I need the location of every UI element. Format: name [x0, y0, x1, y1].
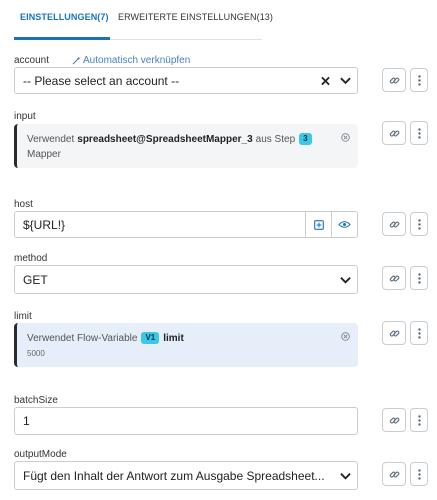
more-vertical-icon	[417, 272, 421, 284]
outputmode-link-button[interactable]	[382, 462, 406, 486]
more-vertical-icon	[417, 218, 421, 230]
link-icon	[389, 471, 399, 477]
host-label: host	[14, 199, 33, 210]
link-icon	[389, 275, 399, 281]
eye-icon	[338, 221, 351, 228]
input-label: input	[14, 111, 36, 122]
remove-icon[interactable]	[341, 133, 350, 142]
batchsize-more-button[interactable]	[410, 408, 428, 432]
input-mapped-value: Verwendet spreadsheet@SpreadsheetMapper_…	[14, 124, 358, 168]
input-more-button[interactable]	[410, 121, 428, 145]
more-vertical-icon	[417, 74, 421, 86]
magic-wand-icon	[72, 56, 81, 65]
more-vertical-icon	[417, 414, 421, 426]
limit-link-button[interactable]	[382, 321, 406, 345]
active-tab-indicator	[14, 37, 110, 40]
limit-more-button[interactable]	[410, 321, 428, 345]
tab-erweiterte-einstellungen[interactable]: ERWEITERTE EINSTELLUNGEN(13)	[118, 12, 273, 22]
limit-label: limit	[14, 311, 32, 322]
method-more-button[interactable]	[410, 266, 428, 290]
input-middle: aus Step	[255, 133, 296, 145]
method-link-button[interactable]	[382, 266, 406, 290]
insert-variable-button[interactable]	[305, 212, 331, 237]
limit-var-name: limit	[163, 332, 184, 344]
chevron-down-icon[interactable]	[340, 472, 351, 480]
account-select[interactable]: -- Please select an account --	[14, 67, 358, 94]
chevron-down-icon[interactable]	[340, 77, 351, 85]
plus-square-icon	[313, 219, 324, 230]
outputmode-select-value: Fügt den Inhalt der Antwort zum Ausgabe …	[23, 468, 325, 483]
input-mapped-line: Verwendet spreadsheet@SpreadsheetMapper_…	[27, 133, 316, 145]
toggle-visibility-button[interactable]	[331, 212, 357, 237]
host-input[interactable]: ${URL!}	[14, 211, 358, 238]
host-link-button[interactable]	[382, 212, 406, 236]
account-link-button[interactable]	[382, 68, 406, 92]
chevron-down-icon[interactable]	[340, 276, 351, 284]
remove-icon[interactable]	[341, 332, 350, 341]
batchsize-input-value: 1	[23, 414, 30, 428]
link-icon	[389, 77, 399, 83]
input-prefix: Verwendet	[27, 133, 75, 145]
batchsize-link-button[interactable]	[382, 408, 406, 432]
input-step-name: Mapper	[27, 149, 61, 160]
limit-prefix: Verwendet Flow-Variable	[27, 332, 138, 344]
more-vertical-icon	[417, 468, 421, 480]
account-select-value: -- Please select an account --	[23, 73, 180, 88]
link-icon	[389, 130, 399, 136]
batchsize-input[interactable]: 1	[14, 407, 358, 435]
clear-icon[interactable]	[321, 76, 330, 85]
link-icon	[389, 221, 399, 227]
method-label: method	[14, 253, 48, 264]
input-ref: spreadsheet@SpreadsheetMapper_3	[77, 133, 253, 145]
outputmode-select[interactable]: Fügt den Inhalt der Antwort zum Ausgabe …	[14, 461, 358, 490]
account-more-button[interactable]	[410, 68, 428, 92]
host-input-value: ${URL!}	[23, 217, 66, 232]
auto-link-label: Automatisch verknüpfen	[83, 55, 191, 66]
input-link-button[interactable]	[382, 121, 406, 145]
tab-einstellungen[interactable]: EINSTELLUNGEN(7)	[20, 12, 109, 22]
account-label: account	[14, 55, 50, 66]
limit-mapped-line: Verwendet Flow-Variable V1 limit	[27, 332, 184, 344]
settings-tabs: EINSTELLUNGEN(7) ERWEITERTE EINSTELLUNGE…	[14, 0, 273, 40]
step-badge: 3	[299, 133, 312, 145]
more-vertical-icon	[417, 327, 421, 339]
link-icon	[389, 417, 399, 423]
outputmode-more-button[interactable]	[410, 462, 428, 486]
method-select[interactable]: GET	[14, 265, 358, 294]
batchsize-label: batchSize	[14, 395, 58, 406]
more-vertical-icon	[417, 127, 421, 139]
limit-mapped-value: Verwendet Flow-Variable V1 limit 5000	[14, 323, 358, 367]
outputmode-label: outputMode	[14, 449, 67, 460]
method-select-value: GET	[23, 272, 48, 287]
flow-variable-badge: V1	[141, 332, 160, 344]
limit-var-value: 5000	[27, 349, 45, 358]
host-more-button[interactable]	[410, 212, 428, 236]
link-icon	[389, 330, 399, 336]
auto-link-button[interactable]: Automatisch verknüpfen	[72, 55, 190, 66]
